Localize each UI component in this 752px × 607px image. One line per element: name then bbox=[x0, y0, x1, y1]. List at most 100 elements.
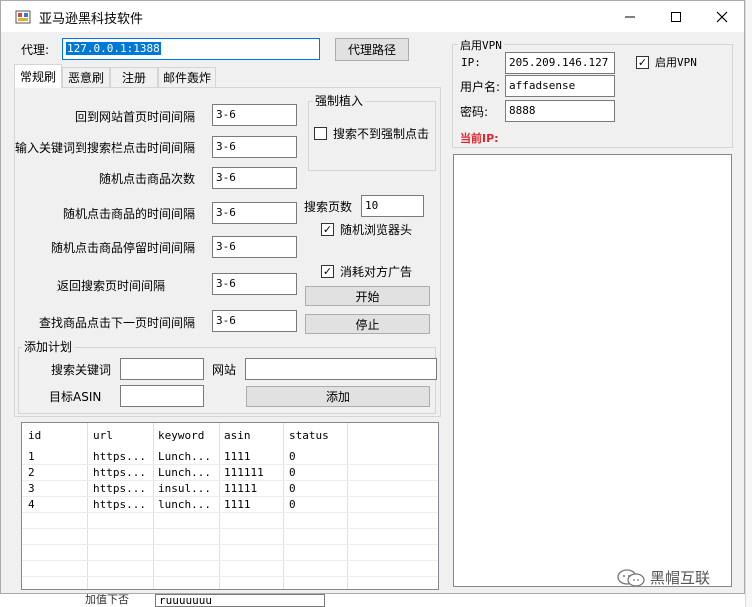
table-cell: 4 bbox=[28, 498, 35, 511]
tab-panel-regular: 回到网站首页时间间隔 3-6 输入关键词到搜索栏点击时间间隔 3-6 随机点击商… bbox=[14, 87, 441, 417]
table-cell: https... bbox=[93, 450, 146, 463]
stop-button[interactable]: 停止 bbox=[305, 314, 430, 334]
asin-label: 目标ASIN bbox=[49, 390, 102, 404]
start-button[interactable]: 开始 bbox=[305, 286, 430, 306]
interval-input[interactable]: 3-6 bbox=[212, 136, 297, 158]
column-header-keyword[interactable]: keyword bbox=[158, 429, 204, 442]
main-window: 亚马逊黑科技软件 代理: 127.0.0.1:1388 代理路径 常规刷 恶意刷… bbox=[0, 0, 745, 594]
column-header-url[interactable]: url bbox=[93, 429, 113, 442]
table-cell: 0 bbox=[289, 498, 296, 511]
table-cell: 1111 bbox=[224, 498, 251, 511]
window-title: 亚马逊黑科技软件 bbox=[39, 12, 144, 27]
force-group-title: 强制植入 bbox=[313, 92, 366, 109]
table-cell: insul... bbox=[158, 482, 211, 495]
interval-label: 随机点击商品的时间间隔 bbox=[62, 207, 195, 221]
random-browser-label: 随机浏览器头 bbox=[340, 223, 413, 237]
log-output[interactable]: 黑帽互联 bbox=[453, 154, 732, 587]
interval-input[interactable]: 3-6 bbox=[212, 310, 297, 332]
search-pages-label: 搜索页数 bbox=[304, 200, 353, 214]
site-label: 网站 bbox=[212, 363, 237, 377]
background-text-input: ruuuuuuu bbox=[155, 594, 325, 607]
table-cell: 11111 bbox=[224, 482, 258, 495]
column-header-asin[interactable]: asin bbox=[224, 429, 251, 442]
table-row-empty bbox=[22, 545, 438, 561]
ip-label: IP: bbox=[461, 56, 481, 69]
table-cell: Lunch... bbox=[158, 450, 211, 463]
maximize-icon bbox=[671, 11, 681, 22]
table-cell: 0 bbox=[289, 450, 296, 463]
consume-ads-checkbox[interactable]: ✓ 消耗对方广告 bbox=[321, 263, 412, 280]
current-ip-label: 当前IP: bbox=[460, 132, 499, 145]
close-icon bbox=[716, 11, 728, 22]
add-plan-title: 添加计划 bbox=[22, 338, 75, 355]
table-row[interactable]: 3 https... insul... 11111 0 bbox=[22, 481, 438, 497]
interval-input[interactable]: 3-6 bbox=[212, 104, 297, 126]
minimize-button[interactable] bbox=[607, 1, 653, 32]
interval-input[interactable]: 3-6 bbox=[212, 273, 297, 295]
interval-label: 返回搜索页时间间隔 bbox=[56, 279, 165, 293]
app-icon bbox=[15, 10, 31, 24]
table-cell: 2 bbox=[28, 466, 35, 479]
tab-regular[interactable]: 常规刷 bbox=[14, 64, 62, 88]
proxy-value: 127.0.0.1:1388 bbox=[66, 42, 161, 55]
table-cell: 0 bbox=[289, 466, 296, 479]
interval-label: 查找商品点击下一页时间间隔 bbox=[38, 316, 195, 330]
consume-ads-label: 消耗对方广告 bbox=[340, 265, 413, 279]
asin-input[interactable] bbox=[120, 385, 204, 407]
interval-input[interactable]: 3-6 bbox=[212, 236, 297, 258]
checkbox-checked-icon: ✓ bbox=[636, 55, 649, 69]
table-cell: 1111 bbox=[224, 450, 251, 463]
tab-register[interactable]: 注册 bbox=[110, 67, 158, 87]
keyword-label: 搜索关键词 bbox=[51, 363, 112, 377]
column-header-status[interactable]: status bbox=[289, 429, 329, 442]
interval-input[interactable]: 3-6 bbox=[212, 202, 297, 224]
proxy-label: 代理: bbox=[21, 43, 50, 57]
site-input[interactable] bbox=[245, 358, 437, 380]
interval-input[interactable]: 3-6 bbox=[212, 167, 297, 189]
force-click-checkbox[interactable]: 搜索不到强制点击 bbox=[314, 125, 429, 142]
close-button[interactable] bbox=[699, 1, 745, 32]
table-row-empty bbox=[22, 513, 438, 529]
table-row-empty bbox=[22, 561, 438, 577]
vpn-username-input[interactable]: affadsense bbox=[505, 75, 615, 97]
table-cell: https... bbox=[93, 498, 146, 511]
proxy-input[interactable]: 127.0.0.1:1388 bbox=[62, 38, 320, 60]
minimize-icon bbox=[625, 16, 635, 17]
tab-malicious[interactable]: 恶意刷 bbox=[62, 67, 110, 87]
vpn-group-title: 启用VPN bbox=[458, 37, 504, 53]
add-plan-button[interactable]: 添加 bbox=[246, 386, 430, 407]
table-cell: 111111 bbox=[224, 466, 264, 479]
table-cell: 1 bbox=[28, 450, 35, 463]
enable-vpn-label: 启用VPN bbox=[655, 56, 697, 69]
search-pages-input[interactable]: 10 bbox=[361, 195, 424, 217]
vpn-password-input[interactable]: 8888 bbox=[505, 100, 615, 122]
random-browser-checkbox[interactable]: ✓ 随机浏览器头 bbox=[321, 221, 412, 238]
checkbox-box bbox=[314, 127, 327, 140]
keyword-input[interactable] bbox=[120, 358, 204, 380]
tab-email-bomb[interactable]: 邮件轰炸 bbox=[158, 67, 216, 87]
title-bar[interactable]: 亚马逊黑科技软件 bbox=[1, 1, 744, 32]
table-row-empty bbox=[22, 529, 438, 545]
background-window-edge bbox=[745, 0, 752, 607]
interval-label: 输入关键词到搜索栏点击时间间隔 bbox=[14, 141, 195, 155]
watermark-text: 黑帽互联 bbox=[650, 569, 711, 587]
table-row[interactable]: 4 https... lunch... 1111 0 bbox=[22, 497, 438, 513]
enable-vpn-checkbox[interactable]: ✓ 启用VPN bbox=[636, 54, 697, 70]
task-table[interactable]: id url keyword asin status 1 https... Lu… bbox=[21, 422, 439, 590]
checkbox-checked-icon: ✓ bbox=[321, 265, 334, 278]
maximize-button[interactable] bbox=[653, 1, 699, 32]
interval-label: 随机点击商品停留时间间隔 bbox=[50, 241, 195, 255]
proxy-path-button[interactable]: 代理路径 bbox=[335, 38, 409, 61]
interval-label: 回到网站首页时间间隔 bbox=[74, 110, 195, 124]
table-cell: 0 bbox=[289, 482, 296, 495]
force-click-label: 搜索不到强制点击 bbox=[333, 127, 430, 141]
column-header-id[interactable]: id bbox=[28, 429, 41, 442]
table-cell: 3 bbox=[28, 482, 35, 495]
checkbox-checked-icon: ✓ bbox=[321, 223, 334, 236]
table-row[interactable]: 2 https... Lunch... 111111 0 bbox=[22, 465, 438, 481]
table-cell: https... bbox=[93, 482, 146, 495]
table-cell: lunch... bbox=[158, 498, 211, 511]
password-label: 密码: bbox=[460, 105, 489, 119]
table-row[interactable]: 1 https... Lunch... 1111 0 bbox=[22, 449, 438, 465]
vpn-ip-input[interactable]: 205.209.146.127 bbox=[505, 52, 615, 74]
